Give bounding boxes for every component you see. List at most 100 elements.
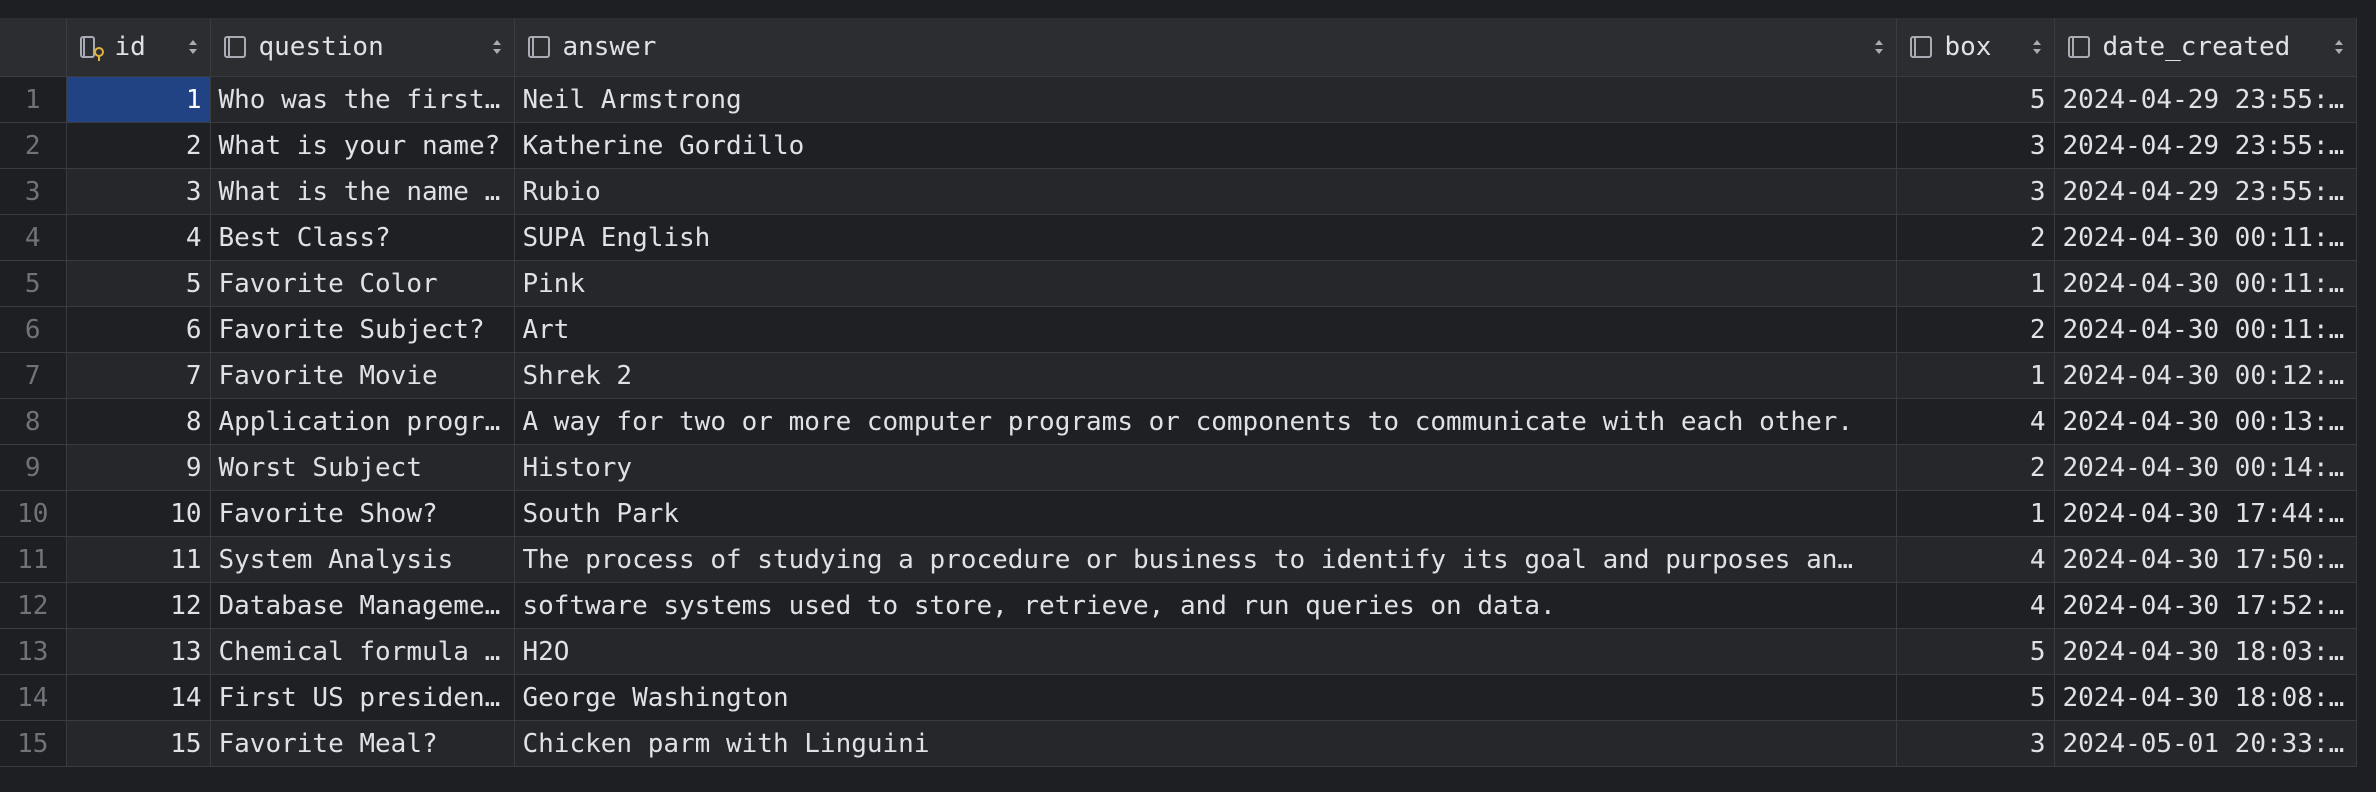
box-cell[interactable]: 3 [1896, 122, 2055, 169]
question-cell[interactable]: Chemical formula … [210, 628, 515, 675]
question-cell[interactable]: Favorite Color [210, 260, 515, 307]
id-cell[interactable]: 9 [66, 444, 211, 491]
sort-icon[interactable] [2030, 36, 2044, 58]
question-cell[interactable]: Worst Subject [210, 444, 515, 491]
id-cell[interactable]: 15 [66, 720, 211, 767]
table-row[interactable]: 5 5 Favorite Color Pink 1 2024-04-30 00:11:… [0, 260, 2357, 307]
table-row[interactable]: 15 15 Favorite Meal? Chicken parm with Ling… [0, 720, 2357, 767]
row-number-cell[interactable]: 12 [0, 582, 67, 629]
id-cell[interactable]: 6 [66, 306, 211, 353]
box-cell[interactable]: 1 [1896, 260, 2055, 307]
question-cell[interactable]: First US presiden… [210, 674, 515, 721]
question-cell[interactable]: What is your name? [210, 122, 515, 169]
box-cell[interactable]: 2 [1896, 444, 2055, 491]
id-cell[interactable]: 4 [66, 214, 211, 261]
row-number-cell[interactable]: 11 [0, 536, 67, 583]
date-created-cell[interactable]: 2024-04-29 23:55:… [2054, 168, 2357, 215]
box-cell[interactable]: 3 [1896, 168, 2055, 215]
question-cell[interactable]: Application progr… [210, 398, 515, 445]
table-row[interactable]: 2 2 What is your name? Katherine Gordillo 3 2… [0, 122, 2357, 169]
row-number-cell[interactable]: 10 [0, 490, 67, 537]
answer-cell[interactable]: Shrek 2 [514, 352, 1897, 399]
question-cell[interactable]: Favorite Meal? [210, 720, 515, 767]
answer-cell[interactable]: The process of studying a procedure or b… [514, 536, 1897, 583]
column-header-box[interactable]: box [1896, 18, 2055, 77]
table-row[interactable]: 12 12 Database Manageme… software systems u… [0, 582, 2357, 629]
question-cell[interactable]: What is the name … [210, 168, 515, 215]
id-cell[interactable]: 10 [66, 490, 211, 537]
answer-cell[interactable]: software systems used to store, retrieve… [514, 582, 1897, 629]
answer-cell[interactable]: South Park [514, 490, 1897, 537]
box-cell[interactable]: 5 [1896, 628, 2055, 675]
question-cell[interactable]: Best Class? [210, 214, 515, 261]
sort-icon[interactable] [186, 36, 200, 58]
row-number-cell[interactable]: 14 [0, 674, 67, 721]
answer-cell[interactable]: H2O [514, 628, 1897, 675]
date-created-cell[interactable]: 2024-04-29 23:55:… [2054, 122, 2357, 169]
row-number-cell[interactable]: 7 [0, 352, 67, 399]
date-created-cell[interactable]: 2024-04-29 23:55:… [2054, 76, 2357, 123]
corner-cell[interactable] [0, 18, 67, 77]
box-cell[interactable]: 2 [1896, 306, 2055, 353]
date-created-cell[interactable]: 2024-04-30 17:52:… [2054, 582, 2357, 629]
sort-icon[interactable] [2332, 36, 2346, 58]
row-number-cell[interactable]: 15 [0, 720, 67, 767]
box-cell[interactable]: 4 [1896, 582, 2055, 629]
table-row[interactable]: 4 4 Best Class? SUPA English 2 2024-04-30 00:… [0, 214, 2357, 261]
id-cell[interactable]: 1 [66, 76, 211, 123]
table-row[interactable]: 6 6 Favorite Subject? Art 2 2024-04-30 00:11:… [0, 306, 2357, 353]
row-number-cell[interactable]: 1 [0, 76, 67, 123]
box-cell[interactable]: 4 [1896, 398, 2055, 445]
answer-cell[interactable]: Chicken parm with Linguini [514, 720, 1897, 767]
id-cell[interactable]: 5 [66, 260, 211, 307]
sort-icon[interactable] [1872, 36, 1886, 58]
date-created-cell[interactable]: 2024-05-01 20:33:… [2054, 720, 2357, 767]
row-number-cell[interactable]: 9 [0, 444, 67, 491]
answer-cell[interactable]: History [514, 444, 1897, 491]
row-number-cell[interactable]: 13 [0, 628, 67, 675]
column-header-answer[interactable]: answer [514, 18, 1897, 77]
row-number-cell[interactable]: 8 [0, 398, 67, 445]
table-row[interactable]: 11 11 System Analysis The process of studyi… [0, 536, 2357, 583]
box-cell[interactable]: 1 [1896, 352, 2055, 399]
column-header-date-created[interactable]: date_created [2054, 18, 2357, 77]
date-created-cell[interactable]: 2024-04-30 00:13:… [2054, 398, 2357, 445]
id-cell[interactable]: 12 [66, 582, 211, 629]
question-cell[interactable]: Database Manageme… [210, 582, 515, 629]
date-created-cell[interactable]: 2024-04-30 00:12:… [2054, 352, 2357, 399]
table-row[interactable]: 3 3 What is the name … Rubio 3 2024-04-29 23:… [0, 168, 2357, 215]
answer-cell[interactable]: George Washington [514, 674, 1897, 721]
box-cell[interactable]: 5 [1896, 76, 2055, 123]
column-header-id[interactable]: id [66, 18, 211, 77]
sort-icon[interactable] [490, 36, 504, 58]
answer-cell[interactable]: Katherine Gordillo [514, 122, 1897, 169]
box-cell[interactable]: 1 [1896, 490, 2055, 537]
question-cell[interactable]: Who was the first… [210, 76, 515, 123]
id-cell[interactable]: 11 [66, 536, 211, 583]
answer-cell[interactable]: A way for two or more computer programs … [514, 398, 1897, 445]
box-cell[interactable]: 5 [1896, 674, 2055, 721]
row-number-cell[interactable]: 2 [0, 122, 67, 169]
answer-cell[interactable]: Art [514, 306, 1897, 353]
date-created-cell[interactable]: 2024-04-30 18:08:… [2054, 674, 2357, 721]
id-cell[interactable]: 13 [66, 628, 211, 675]
id-cell[interactable]: 7 [66, 352, 211, 399]
table-row[interactable]: 1 1 Who was the first… Neil Armstrong 5 2024-… [0, 76, 2357, 123]
id-cell[interactable]: 14 [66, 674, 211, 721]
box-cell[interactable]: 4 [1896, 536, 2055, 583]
question-cell[interactable]: Favorite Movie [210, 352, 515, 399]
date-created-cell[interactable]: 2024-04-30 17:50:… [2054, 536, 2357, 583]
date-created-cell[interactable]: 2024-04-30 00:11:… [2054, 214, 2357, 261]
row-number-cell[interactable]: 5 [0, 260, 67, 307]
answer-cell[interactable]: Neil Armstrong [514, 76, 1897, 123]
answer-cell[interactable]: Pink [514, 260, 1897, 307]
table-row[interactable]: 8 8 Application progr… A way for two or mor… [0, 398, 2357, 445]
answer-cell[interactable]: SUPA English [514, 214, 1897, 261]
question-cell[interactable]: System Analysis [210, 536, 515, 583]
column-header-question[interactable]: question [210, 18, 515, 77]
table-row[interactable]: 10 10 Favorite Show? South Park 1 2024-04-30 … [0, 490, 2357, 537]
date-created-cell[interactable]: 2024-04-30 18:03:… [2054, 628, 2357, 675]
table-row[interactable]: 14 14 First US presiden… George Washington 5… [0, 674, 2357, 721]
row-number-cell[interactable]: 4 [0, 214, 67, 261]
row-number-cell[interactable]: 6 [0, 306, 67, 353]
